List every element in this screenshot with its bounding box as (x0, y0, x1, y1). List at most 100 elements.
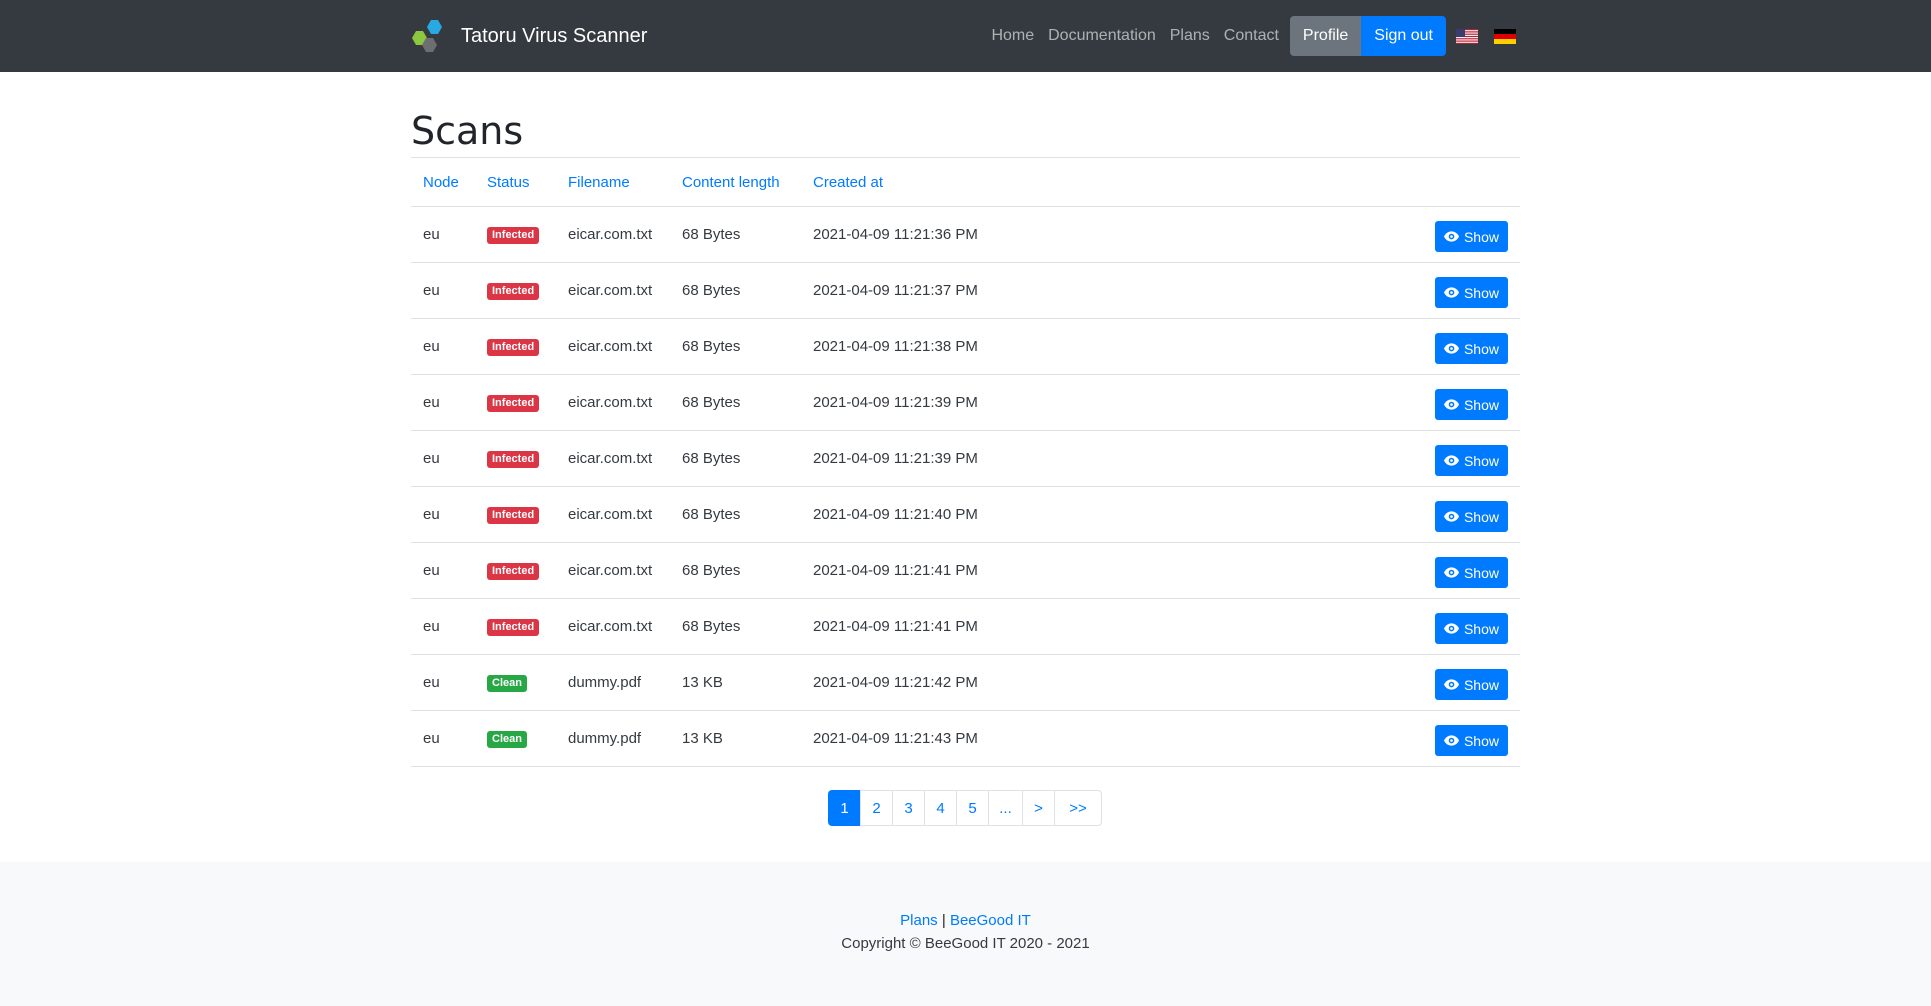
table-row: eu Clean dummy.pdf 13 KB 2021-04-09 11:21:43… (411, 710, 1520, 767)
cell-status: Clean (475, 710, 556, 767)
header-node[interactable]: Node (411, 157, 475, 207)
nav-contact[interactable]: Contact (1217, 16, 1286, 56)
brand-name: Tatoru Virus Scanner (461, 24, 648, 47)
cell-filename: eicar.com.txt (556, 486, 670, 543)
profile-button[interactable]: Profile (1289, 16, 1362, 56)
nav-documentation[interactable]: Documentation (1041, 16, 1163, 56)
footer-plans-link[interactable]: Plans (900, 912, 938, 929)
show-button-label: Show (1463, 228, 1499, 245)
cell-content-length: 68 Bytes (670, 486, 801, 543)
page-item-7[interactable]: > (1022, 790, 1055, 826)
footer-company-link[interactable]: BeeGood IT (950, 912, 1031, 929)
navbar: Tatoru Virus Scanner Home Documentation … (0, 0, 1931, 72)
page-item-2[interactable]: 2 (860, 790, 893, 826)
table-row: eu Infected eicar.com.txt 68 Bytes 2021-04-0… (411, 598, 1520, 655)
table-row: eu Infected eicar.com.txt 68 Bytes 2021-04-0… (411, 542, 1520, 599)
eye-icon (1443, 231, 1459, 242)
cell-status: Infected (475, 542, 556, 599)
cell-action: Show (1275, 262, 1520, 319)
cell-filename: eicar.com.txt (556, 598, 670, 655)
status-badge: Clean (487, 731, 527, 748)
nav-plans[interactable]: Plans (1163, 16, 1217, 56)
header-created-at[interactable]: Created at (801, 157, 1276, 207)
page-item-6[interactable]: ... (988, 790, 1023, 826)
cell-node: eu (411, 486, 475, 543)
show-button[interactable]: Show (1434, 445, 1508, 476)
table-row: eu Infected eicar.com.txt 68 Bytes 2021-04-0… (411, 374, 1520, 431)
nav-home[interactable]: Home (984, 16, 1041, 56)
cell-action: Show (1275, 486, 1520, 543)
show-button-label: Show (1463, 396, 1499, 413)
cell-created-at: 2021-04-09 11:21:39 PM (801, 430, 1276, 487)
cell-action: Show (1275, 542, 1520, 599)
show-button[interactable]: Show (1434, 221, 1508, 252)
eye-icon (1443, 287, 1459, 298)
us-flag-icon[interactable] (1456, 28, 1478, 44)
sign-out-button[interactable]: Sign out (1361, 16, 1446, 56)
cell-node: eu (411, 374, 475, 431)
cell-content-length: 68 Bytes (670, 598, 801, 655)
cell-filename: dummy.pdf (556, 654, 670, 711)
cell-node: eu (411, 206, 475, 263)
de-flag-icon[interactable] (1494, 28, 1516, 44)
show-button[interactable]: Show (1434, 669, 1508, 700)
show-button[interactable]: Show (1434, 277, 1508, 308)
page-item-3[interactable]: 3 (892, 790, 925, 826)
page-item-1[interactable]: 1 (828, 790, 861, 826)
status-badge: Infected (487, 339, 540, 356)
eye-icon (1443, 623, 1459, 634)
cell-created-at: 2021-04-09 11:21:40 PM (801, 486, 1276, 543)
cell-status: Infected (475, 374, 556, 431)
page-item-5[interactable]: 5 (956, 790, 989, 826)
cell-node: eu (411, 710, 475, 767)
page-item-4[interactable]: 4 (924, 790, 957, 826)
status-badge: Infected (487, 451, 540, 468)
cell-content-length: 13 KB (670, 654, 801, 711)
cell-action: Show (1275, 374, 1520, 431)
table-row: eu Infected eicar.com.txt 68 Bytes 2021-04-0… (411, 262, 1520, 319)
cell-created-at: 2021-04-09 11:21:41 PM (801, 598, 1276, 655)
status-badge: Infected (487, 619, 540, 636)
cell-content-length: 68 Bytes (670, 318, 801, 375)
show-button[interactable]: Show (1434, 333, 1508, 364)
header-status[interactable]: Status (475, 157, 556, 207)
cell-created-at: 2021-04-09 11:21:41 PM (801, 542, 1276, 599)
cell-created-at: 2021-04-09 11:21:37 PM (801, 262, 1276, 319)
status-badge: Clean (487, 675, 527, 692)
cell-content-length: 68 Bytes (670, 374, 801, 431)
table-row: eu Infected eicar.com.txt 68 Bytes 2021-04-0… (411, 318, 1520, 375)
cell-filename: eicar.com.txt (556, 542, 670, 599)
header-content-length[interactable]: Content length (670, 157, 801, 207)
show-button-label: Show (1463, 284, 1499, 301)
cell-action: Show (1275, 710, 1520, 767)
cell-action: Show (1275, 654, 1520, 711)
cell-created-at: 2021-04-09 11:21:38 PM (801, 318, 1276, 375)
show-button-label: Show (1463, 620, 1499, 637)
cell-content-length: 68 Bytes (670, 542, 801, 599)
table-row: eu Infected eicar.com.txt 68 Bytes 2021-04-0… (411, 206, 1520, 263)
eye-icon (1443, 343, 1459, 354)
cell-action: Show (1275, 430, 1520, 487)
cell-node: eu (411, 262, 475, 319)
cell-filename: eicar.com.txt (556, 318, 670, 375)
pagination: 1 2 3 4 5... > >> (411, 790, 1520, 826)
page-item-8[interactable]: >> (1054, 790, 1102, 826)
show-button[interactable]: Show (1434, 557, 1508, 588)
eye-icon (1443, 679, 1459, 690)
show-button[interactable]: Show (1434, 613, 1508, 644)
cell-filename: eicar.com.txt (556, 206, 670, 263)
cell-status: Infected (475, 486, 556, 543)
brand[interactable]: Tatoru Virus Scanner (411, 0, 647, 72)
status-badge: Infected (487, 227, 540, 244)
status-badge: Infected (487, 563, 540, 580)
cell-status: Clean (475, 654, 556, 711)
show-button-label: Show (1463, 676, 1499, 693)
status-badge: Infected (487, 395, 540, 412)
show-button[interactable]: Show (1434, 501, 1508, 532)
show-button[interactable]: Show (1434, 725, 1508, 756)
eye-icon (1443, 735, 1459, 746)
show-button[interactable]: Show (1434, 389, 1508, 420)
header-filename[interactable]: Filename (556, 157, 670, 207)
cell-status: Infected (475, 318, 556, 375)
show-button-label: Show (1463, 732, 1499, 749)
